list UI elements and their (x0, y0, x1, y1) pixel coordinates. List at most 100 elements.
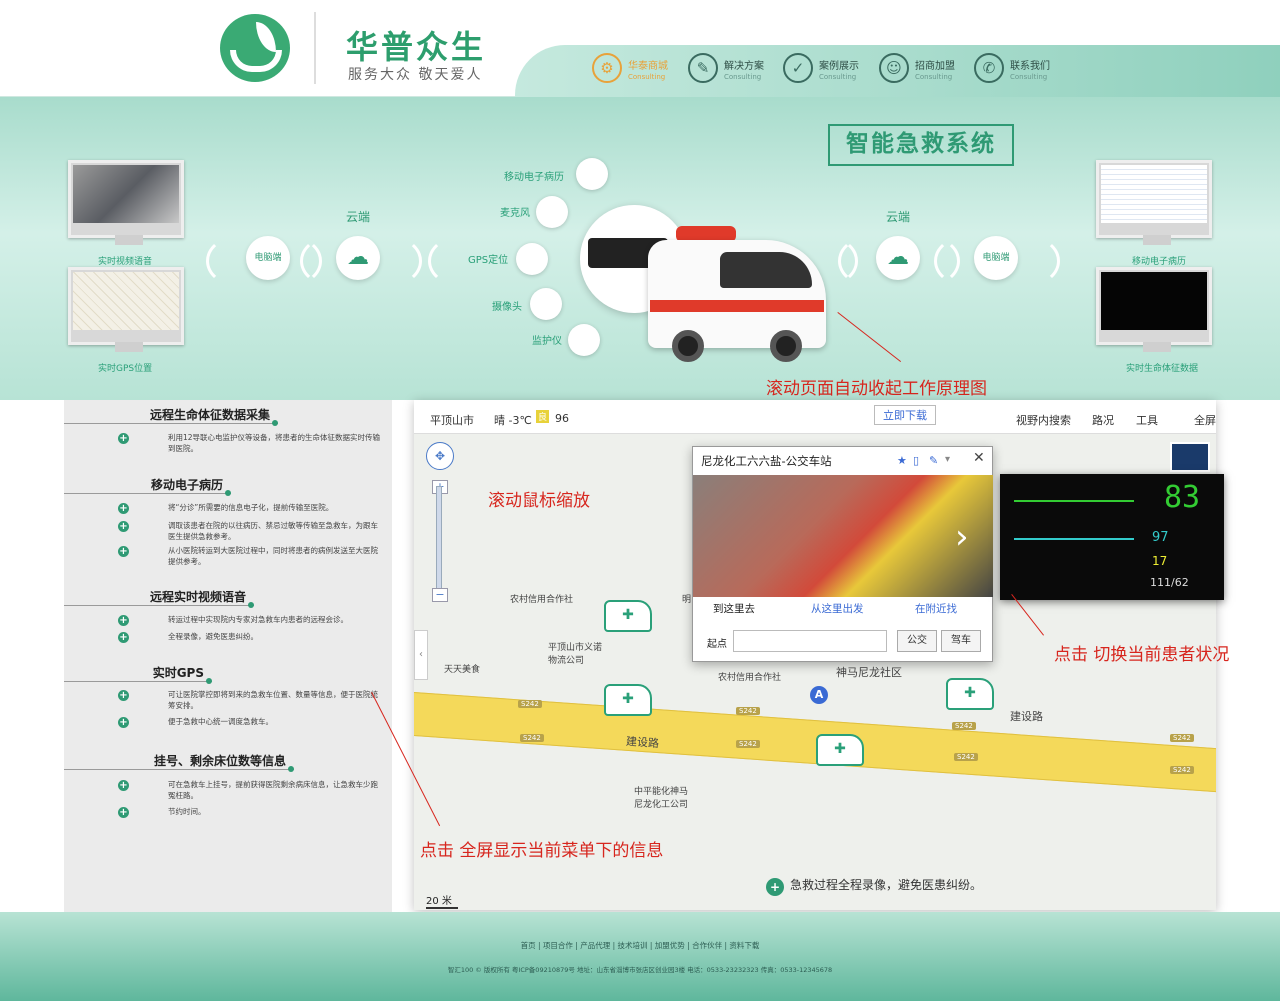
satellite-toggle-icon[interactable] (1170, 442, 1210, 472)
wheel-icon (770, 330, 802, 362)
ecg-waveform (1014, 500, 1134, 502)
monitor-gps (68, 267, 184, 352)
monitor-caption: 实时生命体征数据 (1126, 364, 1199, 374)
zoom-slider[interactable] (436, 486, 442, 596)
road-sign: S242 (736, 740, 760, 748)
logo-icon[interactable] (220, 14, 290, 82)
road-name: 建设路 (625, 734, 660, 751)
main-nav: ⚙ 华泰商城 Consulting ✎ 解决方案 Consulting ✓ 案例… (515, 45, 1280, 97)
bus-stop-popup: 尼龙化工六六盐-公交车站 ★ ▯ ✎ ▾ ✕ › 到这里去 从这里出发 在附近找… (692, 446, 993, 662)
ambulance-marker-icon[interactable]: ✚ (604, 684, 652, 716)
nav-item-solutions[interactable]: ✎ 解决方案 Consulting (688, 51, 783, 91)
nav-item-cases[interactable]: ✓ 案例展示 Consulting (783, 51, 878, 91)
viewport-search-button[interactable]: 视野内搜索 (1016, 412, 1071, 428)
plus-icon: + (118, 690, 129, 701)
map-poi[interactable]: 平顶山市义诺物流公司 (548, 640, 608, 666)
aqi-value: 96 (555, 412, 569, 425)
map-screen (73, 272, 179, 330)
monitor-caption: 移动电子病历 (1132, 257, 1187, 267)
list-item: 可让医院掌控即将到来的急救车位置、数量等信息，便于医院统筹安排。 (168, 690, 378, 710)
fullscreen-button[interactable]: 全屏 (1194, 412, 1216, 428)
device-label: 麦克风 (500, 208, 530, 219)
monitor-stand (115, 235, 143, 245)
tools-button[interactable]: 工具 (1136, 412, 1158, 428)
gear-icon: ⚙ (592, 53, 622, 83)
map-poi[interactable]: 天天美食 (444, 662, 480, 675)
section-title-text: 远程生命体征数据采集 (149, 408, 270, 422)
logo-divider (314, 12, 316, 84)
footer-links[interactable]: 首页 | 项目合作 | 产品代理 | 技术培训 | 加盟优势 | 合作伙伴 | … (0, 940, 1280, 951)
popup-title: 尼龙化工六六盐-公交车站 (701, 454, 832, 468)
switch-note: 点击 切换当前患者状况 (1054, 645, 1230, 665)
plus-icon: + (118, 503, 129, 514)
blood-pressure: 111/62 (1150, 576, 1189, 589)
phone-icon[interactable]: ▯ (913, 454, 919, 467)
dot-icon (248, 602, 254, 608)
dot-icon (206, 678, 212, 684)
map-poi[interactable]: 农村信用合作社 (718, 670, 781, 683)
cloud-label: 云端 (346, 210, 371, 224)
collapse-sidebar-button[interactable]: ‹ (414, 630, 428, 680)
nav-item-mall[interactable]: ⚙ 华泰商城 Consulting (592, 51, 687, 91)
nav-sub: Consulting (819, 73, 857, 81)
heart-rate: 83 (1164, 480, 1201, 515)
city-selector[interactable]: 平顶山市 (430, 412, 474, 428)
location-pin-icon[interactable]: A (810, 686, 828, 704)
ambulance-marker-icon[interactable]: ✚ (816, 734, 864, 766)
device-label: 监护仪 (532, 336, 562, 347)
chevron-right-icon[interactable]: › (955, 517, 969, 557)
nav-item-franchise[interactable]: ☺ 招商加盟 Consulting (879, 51, 974, 91)
map-poi[interactable]: 中平能化神马尼龙化工公司 (634, 784, 694, 810)
device-label: 移动电子病历 (504, 172, 564, 183)
drive-button[interactable]: 驾车 (941, 630, 981, 652)
ambulance-marker-icon[interactable]: ✚ (946, 678, 994, 710)
road-sign: S242 (1170, 734, 1194, 742)
tab-nearby[interactable]: 在附近找 (915, 601, 957, 616)
list-item: 节约时间。 (168, 807, 206, 816)
dot-icon (272, 420, 278, 426)
section-title[interactable]: 移动电子病历 (64, 474, 231, 496)
user-icon: ☺ (879, 53, 909, 83)
map-poi[interactable]: 神马尼龙社区 (836, 664, 902, 680)
brand-slogan: 服务大众 敬天爱人 (348, 67, 483, 83)
traffic-button[interactable]: 路况 (1092, 412, 1114, 428)
section-title[interactable]: 远程实时视频语音 (64, 586, 254, 608)
section-title[interactable]: 挂号、剩余床位数等信息 (64, 750, 294, 772)
start-label: 起点 (707, 639, 727, 650)
ambulance-marker-icon[interactable]: ✚ (604, 600, 652, 632)
plus-icon: + (118, 615, 129, 626)
bus-button[interactable]: 公交 (897, 630, 937, 652)
plus-icon: + (118, 521, 129, 532)
section-title-text: 远程实时视频语音 (149, 590, 246, 604)
pan-control-icon[interactable]: ✥ (426, 442, 454, 470)
tab-go-here[interactable]: 到这里去 (713, 601, 755, 616)
monitor-emr (1096, 160, 1212, 245)
vital-signs-panel[interactable]: 83 97 17 111/62 (1000, 474, 1224, 600)
start-input[interactable] (733, 630, 887, 652)
zoom-out-button[interactable]: − (432, 588, 448, 602)
chevron-down-icon[interactable]: ▾ (945, 454, 950, 465)
microphone-icon (536, 196, 568, 228)
live-video-feed[interactable] (693, 475, 993, 597)
vitals-screen (1101, 272, 1207, 330)
map-toolbar: 平顶山市 晴 -3℃ 良 96 立即下载 视野内搜索 路况 工具 全屏 (414, 400, 1216, 434)
map-poi[interactable]: 农村信用合作社 (510, 592, 573, 605)
download-button[interactable]: 立即下载 (874, 405, 936, 425)
map-poi[interactable]: 明 (682, 592, 691, 605)
section-title[interactable]: 实时GPS (64, 662, 212, 684)
nav-sub: Consulting (1010, 73, 1048, 81)
emr-screen (1101, 165, 1207, 223)
nav-item-contact[interactable]: ✆ 联系我们 Consulting (974, 51, 1069, 91)
tab-start-here[interactable]: 从这里出发 (811, 601, 864, 616)
header: 华普众生 服务大众 敬天爱人 ⚙ 华泰商城 Consulting ✎ 解决方案 … (0, 0, 1280, 97)
section-title[interactable]: 远程生命体征数据采集 (64, 404, 278, 426)
edit-icon[interactable]: ✎ (929, 454, 938, 467)
plus-icon: + (118, 807, 129, 818)
brand-name: 华普众生 (346, 28, 487, 66)
resp-rate: 17 (1152, 554, 1168, 568)
star-icon[interactable]: ★ (897, 454, 907, 467)
system-title: 智能急救系统 (828, 124, 1014, 166)
close-icon[interactable]: ✕ (973, 450, 985, 466)
list-item: 可在急救车上挂号，提前获得医院剩余病床信息，让急救车少跑冤枉路。 (168, 780, 378, 800)
feature-sidebar: 远程生命体征数据采集 + 利用12导联心电监护仪等设备，将患者的生命体征数据实时… (64, 400, 392, 912)
